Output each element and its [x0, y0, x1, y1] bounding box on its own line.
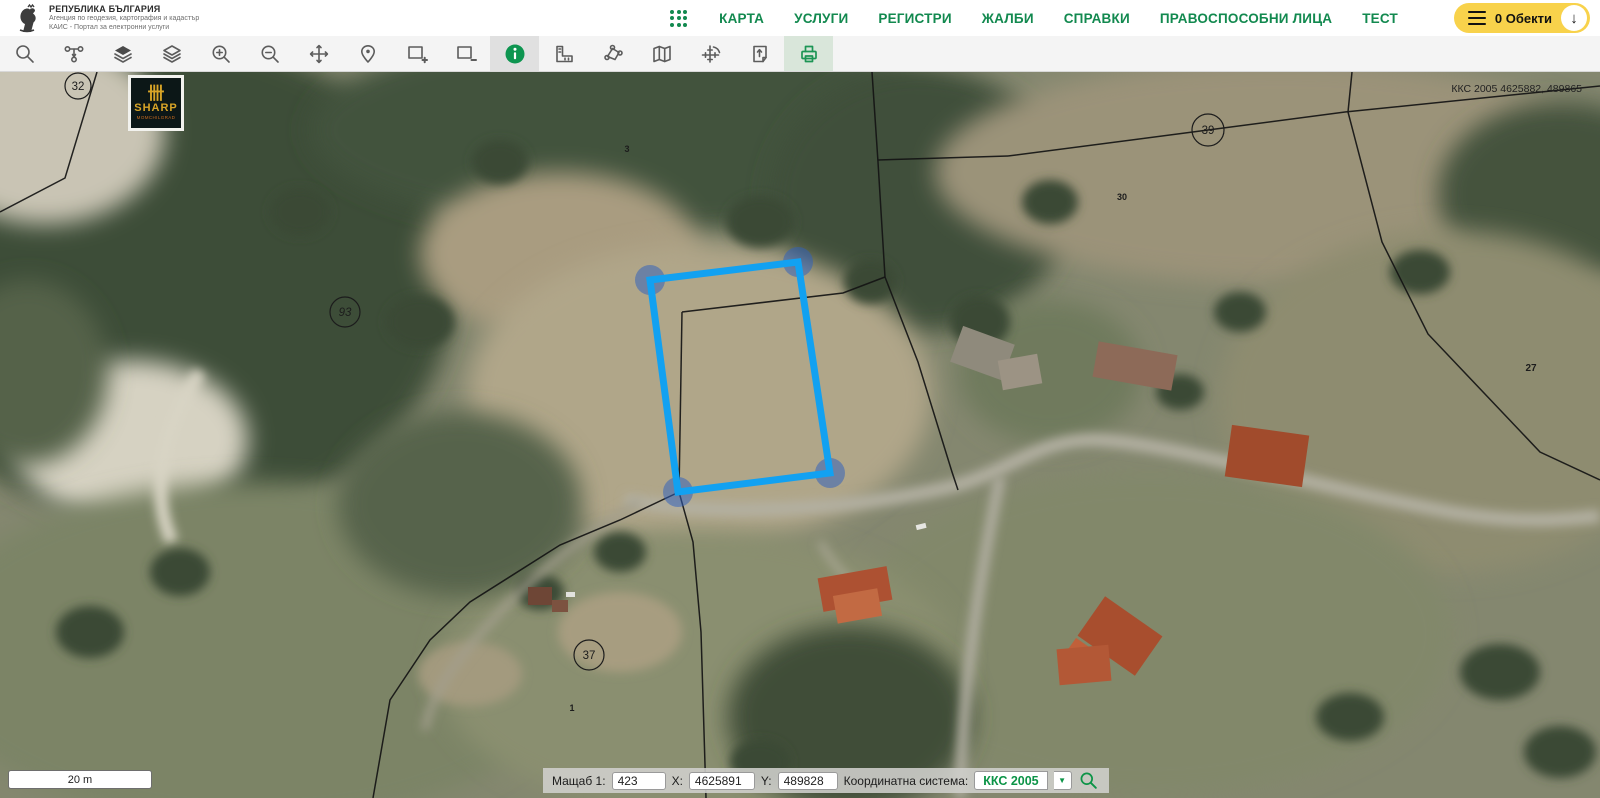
tool-search[interactable] [0, 36, 49, 71]
scale-label: Мащаб 1: [552, 774, 606, 788]
pan-icon [308, 43, 330, 65]
nav-item-registri[interactable]: РЕГИСТРИ [878, 11, 951, 26]
layers-filled-icon [112, 43, 134, 65]
tool-zoom-out[interactable] [245, 36, 294, 71]
agency-brand: РЕПУБЛИКА БЪЛГАРИЯ Агенция по геодезия, … [14, 3, 199, 33]
zoom-out-icon [259, 43, 281, 65]
y-coordinate-input[interactable] [778, 772, 838, 790]
sharp-subtitle: MOMCHILGRAD [137, 115, 176, 120]
corner-coordinates-text: ККС 2005 4625882, 489865 [1451, 83, 1582, 95]
search-go-icon [1079, 771, 1098, 790]
chevron-down-icon: ▼ [1058, 776, 1066, 785]
tool-measure-distance[interactable] [539, 36, 588, 71]
app-header: РЕПУБЛИКА БЪЛГАРИЯ Агенция по геодезия, … [0, 0, 1600, 36]
nav-item-pravosposobni-litsa[interactable]: ПРАВОСПОСОБНИ ЛИЦА [1160, 11, 1332, 26]
tool-locate[interactable] [343, 36, 392, 71]
map-statusbar: Мащаб 1: X: Y: Координатна система: ККС … [543, 768, 1109, 793]
crs-value: ККС 2005 [983, 774, 1038, 788]
tool-select-related[interactable] [49, 36, 98, 71]
tool-layers-filled[interactable] [98, 36, 147, 71]
menu-icon [1468, 11, 1486, 25]
crs-select[interactable]: ККС 2005 [974, 771, 1047, 790]
svg-text:93: 93 [339, 307, 352, 319]
tool-pan[interactable] [294, 36, 343, 71]
sharp-monogram-icon: 卌 [148, 86, 165, 102]
agency-subtitle-1: Агенция по геодезия, картография и кадас… [49, 15, 199, 24]
tool-map-sheets[interactable] [637, 36, 686, 71]
agency-subtitle-2: КАИС - Портал за електронни услуги [49, 24, 199, 33]
tool-info[interactable] [490, 36, 539, 71]
coordinate-axes-icon [700, 43, 722, 65]
nav-item-karta[interactable]: КАРТА [719, 11, 764, 26]
select-related-icon [63, 43, 85, 65]
folded-map-icon [651, 43, 673, 65]
tool-zoom-in[interactable] [196, 36, 245, 71]
location-pin-icon [357, 43, 379, 65]
scale-bar-label: 20 m [68, 774, 92, 786]
scale-input[interactable] [612, 772, 666, 790]
tool-print[interactable] [784, 36, 833, 71]
satellite-map: 32 93 37 39 30 27 3 1 ККС 2005 4625882, … [0, 72, 1600, 798]
objects-count-label: 0 Обекти [1495, 11, 1552, 26]
republic-title: РЕПУБЛИКА БЪЛГАРИЯ [49, 4, 199, 15]
download-arrow-button[interactable]: ↓ [1561, 5, 1587, 31]
crs-label: Координатна система: [844, 774, 969, 788]
parcel-label-27: 27 [1525, 363, 1537, 374]
tool-snap-coordinates[interactable] [686, 36, 735, 71]
parcel-label-30: 30 [1117, 192, 1127, 202]
ruler-icon [553, 43, 575, 65]
x-coordinate-input[interactable] [689, 772, 755, 790]
main-nav: КАРТА УСЛУГИ РЕГИСТРИ ЖАЛБИ СПРАВКИ ПРАВ… [670, 3, 1590, 33]
search-icon [14, 43, 36, 65]
zoom-rect-in-icon [406, 43, 428, 65]
svg-text:39: 39 [1202, 125, 1215, 137]
printer-icon [798, 43, 820, 65]
sharp-name: SHARP [134, 103, 178, 114]
layers-outline-icon [161, 43, 183, 65]
x-label: X: [672, 774, 683, 788]
nav-item-spravki[interactable]: СПРАВКИ [1064, 11, 1130, 26]
svg-text:37: 37 [583, 650, 596, 662]
y-label: Y: [761, 774, 772, 788]
down-arrow-icon: ↓ [1570, 10, 1578, 27]
tool-zoom-rect-in[interactable] [392, 36, 441, 71]
measure-area-icon [602, 43, 624, 65]
terrain-patches [0, 72, 1600, 798]
objects-button[interactable]: 0 Обекти ↓ [1454, 3, 1590, 33]
zoom-in-icon [210, 43, 232, 65]
nav-item-test[interactable]: ТЕСТ [1362, 11, 1398, 26]
nav-item-uslugi[interactable]: УСЛУГИ [794, 11, 848, 26]
scale-bar: 20 m [8, 770, 152, 789]
zoom-rect-out-icon [455, 43, 477, 65]
coordinates-search-button[interactable] [1078, 770, 1100, 792]
coat-of-arms-icon [14, 3, 40, 33]
tool-layers-outline[interactable] [147, 36, 196, 71]
tool-zoom-rect-out[interactable] [441, 36, 490, 71]
tool-measure-area[interactable] [588, 36, 637, 71]
sharp-watermark-logo: 卌 SHARP MOMCHILGRAD [128, 75, 184, 131]
svg-text:32: 32 [72, 81, 85, 93]
export-page-icon [749, 43, 771, 65]
map-toolbar [0, 36, 1600, 72]
info-icon [504, 43, 526, 65]
apps-grid-icon[interactable] [670, 10, 687, 27]
crs-dropdown-arrow[interactable]: ▼ [1054, 771, 1072, 790]
map-viewport[interactable]: 32 93 37 39 30 27 3 1 ККС 2005 4625882, … [0, 72, 1600, 798]
parcel-label-1: 1 [569, 703, 574, 713]
nav-item-zhalbi[interactable]: ЖАЛБИ [982, 11, 1034, 26]
tool-export-view[interactable] [735, 36, 784, 71]
parcel-label-3: 3 [624, 144, 629, 154]
